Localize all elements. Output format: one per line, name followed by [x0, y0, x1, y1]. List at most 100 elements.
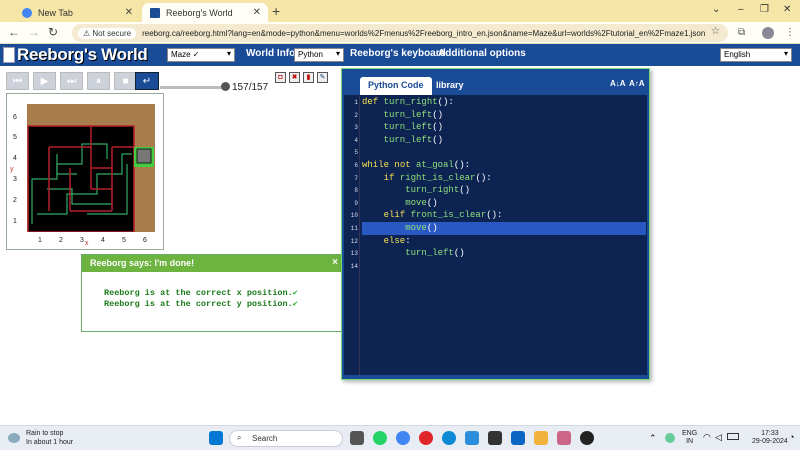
- maximize-button[interactable]: ❐: [760, 4, 769, 15]
- close-icon[interactable]: ×: [332, 257, 338, 268]
- increase-font-button[interactable]: A↑A: [629, 79, 645, 88]
- code-line[interactable]: elif front_is_clear():: [362, 209, 646, 222]
- speed-slider-track[interactable]: [160, 86, 226, 89]
- x-axis-label: x: [85, 240, 89, 247]
- stop-button[interactable]: ■: [114, 72, 137, 90]
- dialog-title-bar[interactable]: Reeborg says: I'm done! ×: [82, 255, 342, 272]
- reverse-step-button[interactable]: ⏮: [6, 72, 29, 90]
- clock-date: 29-09-2024: [752, 438, 788, 445]
- reload-world-button[interactable]: ↵: [135, 72, 159, 90]
- task-view-icon[interactable]: [350, 431, 364, 445]
- windows-start-icon[interactable]: [209, 431, 223, 445]
- code-line[interactable]: turn_right(): [362, 184, 646, 197]
- tab-search-icon[interactable]: ⌄: [712, 4, 720, 15]
- code-line[interactable]: turn_left(): [362, 134, 646, 147]
- world-select[interactable]: Maze ✓ ▾: [167, 48, 235, 62]
- media-player-icon[interactable]: [580, 431, 594, 445]
- clock-time: 17:33: [761, 430, 779, 437]
- forward-arrow-icon[interactable]: →: [28, 25, 40, 39]
- battery-icon[interactable]: [727, 433, 739, 440]
- tab-python-code[interactable]: Python Code: [360, 77, 432, 95]
- bookmark-star-icon[interactable]: ☆: [711, 26, 720, 37]
- pause-button[interactable]: ⏸: [87, 72, 110, 90]
- message-text: Reeborg is at the correct x position.: [104, 288, 293, 298]
- run-button[interactable]: ▶: [33, 72, 56, 90]
- tab-library[interactable]: library: [428, 77, 472, 95]
- opera-icon[interactable]: [419, 431, 433, 445]
- volume-icon[interactable]: ◁: [715, 432, 722, 443]
- file-explorer-icon[interactable]: [534, 431, 548, 445]
- step-button[interactable]: ⏭: [60, 72, 83, 90]
- reload-icon[interactable]: ↻: [48, 25, 58, 39]
- notification-bell-icon[interactable]: ◔: [789, 432, 794, 442]
- ui-language-value: English: [724, 50, 751, 59]
- tray-app-icon[interactable]: [665, 433, 675, 443]
- back-arrow-icon[interactable]: ←: [8, 25, 20, 39]
- x-tick: 6: [143, 237, 147, 244]
- line-number: 10: [350, 212, 358, 220]
- lang-top: ENG: [682, 430, 698, 437]
- code-line[interactable]: else:: [362, 235, 646, 248]
- window-close-button[interactable]: ✕: [783, 4, 791, 15]
- language-select[interactable]: Python ▾: [294, 48, 344, 62]
- copilot-icon[interactable]: [557, 431, 571, 445]
- input-language[interactable]: ENG IN: [682, 430, 697, 446]
- whatsapp-icon[interactable]: [373, 431, 387, 445]
- minimize-button[interactable]: –: [738, 4, 744, 15]
- edge-icon[interactable]: [442, 431, 456, 445]
- code-line[interactable]: [362, 146, 646, 159]
- address-bar[interactable]: ⚠ Not secure reeborg.ca/reeborg.html?lan…: [72, 24, 728, 42]
- line-number: 9: [354, 199, 358, 207]
- menu-kebab-icon[interactable]: ⋮: [785, 27, 795, 38]
- line-number: 6: [354, 162, 358, 169]
- code-line[interactable]: while not at_goal():: [362, 159, 646, 172]
- remove-robot-icon[interactable]: ✖: [289, 72, 300, 83]
- line-number: 13: [350, 250, 358, 258]
- maze-canvas[interactable]: [27, 104, 155, 232]
- keyboard-button[interactable]: Reeborg's keyboard: [350, 48, 446, 59]
- flag-icon[interactable]: ▮: [303, 72, 314, 83]
- ui-language-select[interactable]: English ▾: [720, 48, 792, 62]
- not-secure-badge[interactable]: ⚠ Not secure: [78, 27, 137, 39]
- edit-world-icon[interactable]: ✎: [317, 72, 328, 83]
- decrease-font-button[interactable]: A↓A: [610, 79, 626, 88]
- chrome-icon: [22, 7, 32, 18]
- reeborg-logo-icon: [3, 47, 15, 63]
- line-number: 14: [350, 262, 358, 270]
- tab-new-tab[interactable]: New Tab ✕: [14, 3, 140, 22]
- close-icon[interactable]: ✕: [125, 7, 133, 18]
- additional-options-button[interactable]: Additional options: [438, 48, 526, 59]
- code-line[interactable]: turn_left(): [362, 247, 646, 260]
- code-line[interactable]: def turn_right():: [362, 96, 646, 109]
- tab-reeborgs-world[interactable]: Reeborg's World ✕: [142, 3, 268, 22]
- code-line[interactable]: turn_left(): [362, 121, 646, 134]
- vscode-icon[interactable]: [465, 431, 479, 445]
- code-area[interactable]: 1 2 3 4 5 6 7 8 9 10 11 12 13 14 def turn_right(): tu…: [344, 95, 647, 375]
- search-icon: ⌕: [237, 433, 242, 442]
- chevron-down-icon: ▾: [226, 49, 231, 58]
- linkedin-icon[interactable]: [511, 431, 525, 445]
- code-line[interactable]: turn_left(): [362, 109, 646, 122]
- weather-icon[interactable]: [8, 433, 20, 443]
- wifi-icon[interactable]: ◠: [703, 432, 711, 443]
- weather-widget[interactable]: Rain to stop In about 1 hour: [26, 429, 73, 447]
- code-line[interactable]: if right_is_clear():: [362, 172, 646, 185]
- tray-chevron-icon[interactable]: ⌃: [649, 433, 657, 444]
- new-tab-button[interactable]: +: [272, 3, 280, 19]
- speed-slider-handle[interactable]: [221, 82, 230, 91]
- extensions-icon[interactable]: ⧉: [738, 27, 745, 38]
- code-line[interactable]: move(): [362, 197, 646, 210]
- store-icon[interactable]: [488, 431, 502, 445]
- code-line[interactable]: move(): [362, 222, 646, 235]
- chrome-taskbar-icon[interactable]: [396, 431, 410, 445]
- browser-toolbar: ← → ↻ ⚠ Not secure reeborg.ca/reeborg.ht…: [0, 22, 800, 44]
- world-info-button[interactable]: World Info: [246, 48, 295, 59]
- profile-avatar[interactable]: [762, 27, 774, 39]
- robot-icon[interactable]: ◘: [275, 72, 286, 83]
- clock[interactable]: 17:33 29-09-2024: [752, 430, 788, 446]
- close-icon[interactable]: ✕: [253, 7, 261, 18]
- taskbar-search[interactable]: ⌕ Search: [229, 430, 343, 447]
- code-line[interactable]: [362, 260, 646, 273]
- tab-label: New Tab: [38, 7, 73, 18]
- check-icon: ✔: [292, 288, 298, 298]
